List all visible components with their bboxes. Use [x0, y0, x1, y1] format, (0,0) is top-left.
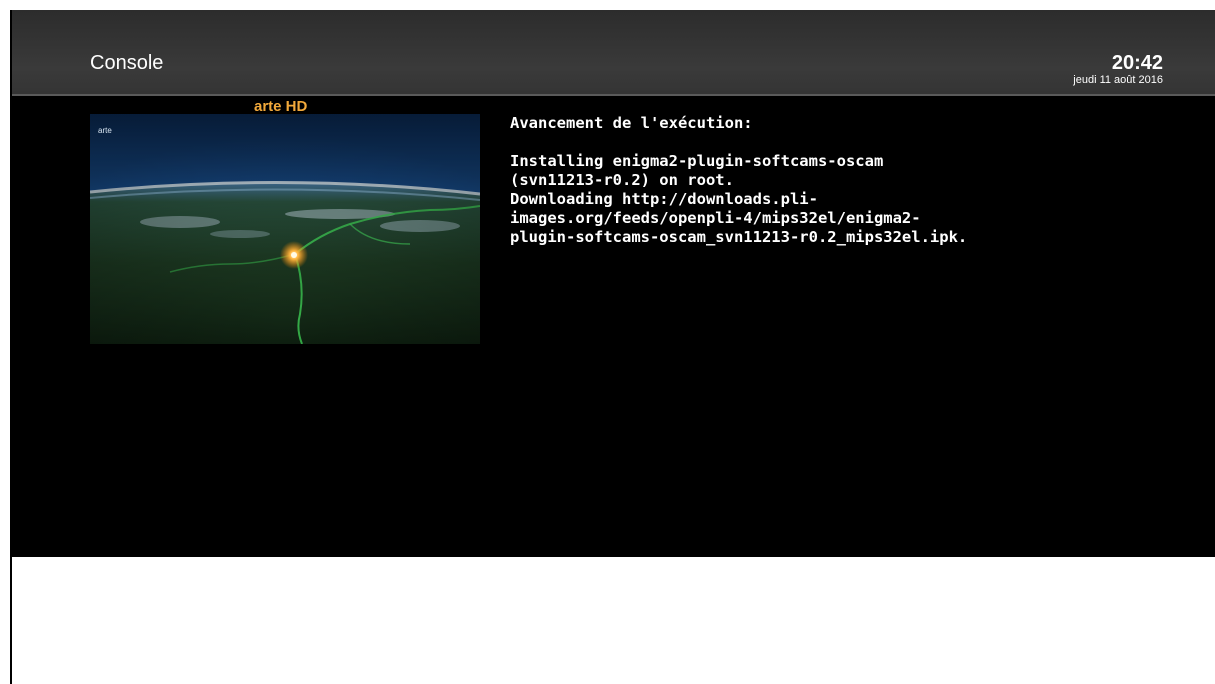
frame-edge — [10, 10, 12, 684]
earth-aerial-image — [90, 114, 480, 344]
channel-logo: arte — [98, 126, 112, 135]
page-title: Console — [90, 52, 164, 74]
header-bar: Console 20:42 jeudi 11 août 2016 — [10, 10, 1215, 96]
console-line: plugin-softcams-oscam_svn11213-r0.2_mips… — [510, 228, 968, 246]
page: Console 20:42 jeudi 11 août 2016 arte HD — [0, 0, 1215, 684]
channel-name: arte HD — [254, 98, 308, 115]
console-line: images.org/feeds/openpli-4/mips32el/enig… — [510, 209, 921, 227]
clock-date: jeudi 11 août 2016 — [1073, 74, 1163, 86]
console-line: Installing enigma2-plugin-softcams-oscam — [510, 152, 884, 170]
tv-preview: arte — [90, 114, 480, 344]
console-line: (svn11213-r0.2) on root. — [510, 171, 734, 189]
console-output: Avancement de l'exécution: Installing en… — [510, 114, 1190, 247]
console-line: Downloading http://downloads.pli- — [510, 190, 818, 208]
console-heading: Avancement de l'exécution: — [510, 114, 753, 132]
tv-screen: Console 20:42 jeudi 11 août 2016 arte HD — [10, 10, 1215, 557]
clock-time: 20:42 — [1111, 52, 1163, 74]
